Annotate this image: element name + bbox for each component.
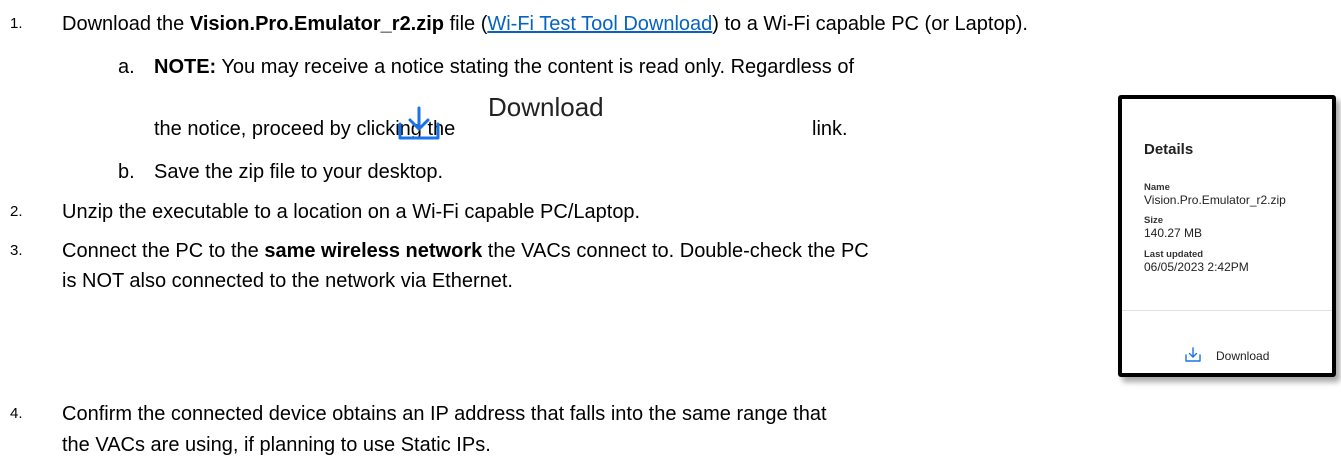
step-4-line1: Confirm the connected device obtains an … <box>62 403 827 425</box>
step-2-text: Unzip the executable to a location on a … <box>62 201 641 223</box>
panel-divider <box>1122 310 1332 311</box>
details-title: Details <box>1144 141 1194 158</box>
last-updated-value: 06/05/2023 2:42PM <box>1144 260 1249 274</box>
step-2-number: 2. <box>10 203 23 220</box>
inline-download-label: Download <box>488 92 604 122</box>
step-1b-text: Save the zip file to your desktop. <box>154 161 444 183</box>
step-1-text-pre: Download the <box>62 13 190 35</box>
note-label: NOTE: <box>154 56 217 78</box>
step-4-line2: the VACs are using, if planning to use S… <box>62 434 491 456</box>
step-3-line1: Connect the PC to the same wireless netw… <box>62 239 869 263</box>
wifi-test-tool-download-link[interactable]: Wi-Fi Test Tool Download <box>487 13 712 35</box>
panel-download-button[interactable]: Download <box>1216 349 1269 363</box>
step-3-text-post: the VACs connect to. Double-check the PC <box>482 240 869 262</box>
step-4-number: 4. <box>10 405 23 422</box>
size-label: Size <box>1144 215 1164 226</box>
step-1-text: Download the Vision.Pro.Emulator_r2.zip … <box>62 12 1028 36</box>
step-1a-line1: NOTE: You may receive a notice stating t… <box>154 55 854 79</box>
step-3-number: 3. <box>10 242 23 259</box>
step-1a-line1-text: You may receive a notice stating the con… <box>216 56 855 78</box>
step-1-text-mid: file ( <box>444 13 488 35</box>
step-1b-letter: b. <box>118 161 135 183</box>
download-arrow-icon <box>398 106 440 140</box>
step-1-number: 1. <box>10 15 23 32</box>
step-1a-letter: a. <box>118 56 135 78</box>
name-value: Vision.Pro.Emulator_r2.zip <box>1144 193 1286 207</box>
step-3-line2: is NOT also connected to the network via… <box>62 270 513 292</box>
step-1a-line2-post: link. <box>812 118 848 140</box>
name-label: Name <box>1144 182 1170 193</box>
step-3-bold: same wireless network <box>264 240 483 262</box>
details-panel: Details Name Vision.Pro.Emulator_r2.zip … <box>1118 95 1336 377</box>
step-1-text-post: ) to a Wi-Fi capable PC (or Laptop). <box>712 13 1028 35</box>
step-3-text-pre: Connect the PC to the <box>62 240 265 262</box>
last-updated-label: Last updated <box>1144 249 1204 260</box>
document-page: 1. Download the Vision.Pro.Emulator_r2.z… <box>0 0 1341 472</box>
step-1-filename: Vision.Pro.Emulator_r2.zip <box>189 13 445 35</box>
size-value: 140.27 MB <box>1144 226 1203 240</box>
download-arrow-icon[interactable] <box>1184 346 1202 364</box>
